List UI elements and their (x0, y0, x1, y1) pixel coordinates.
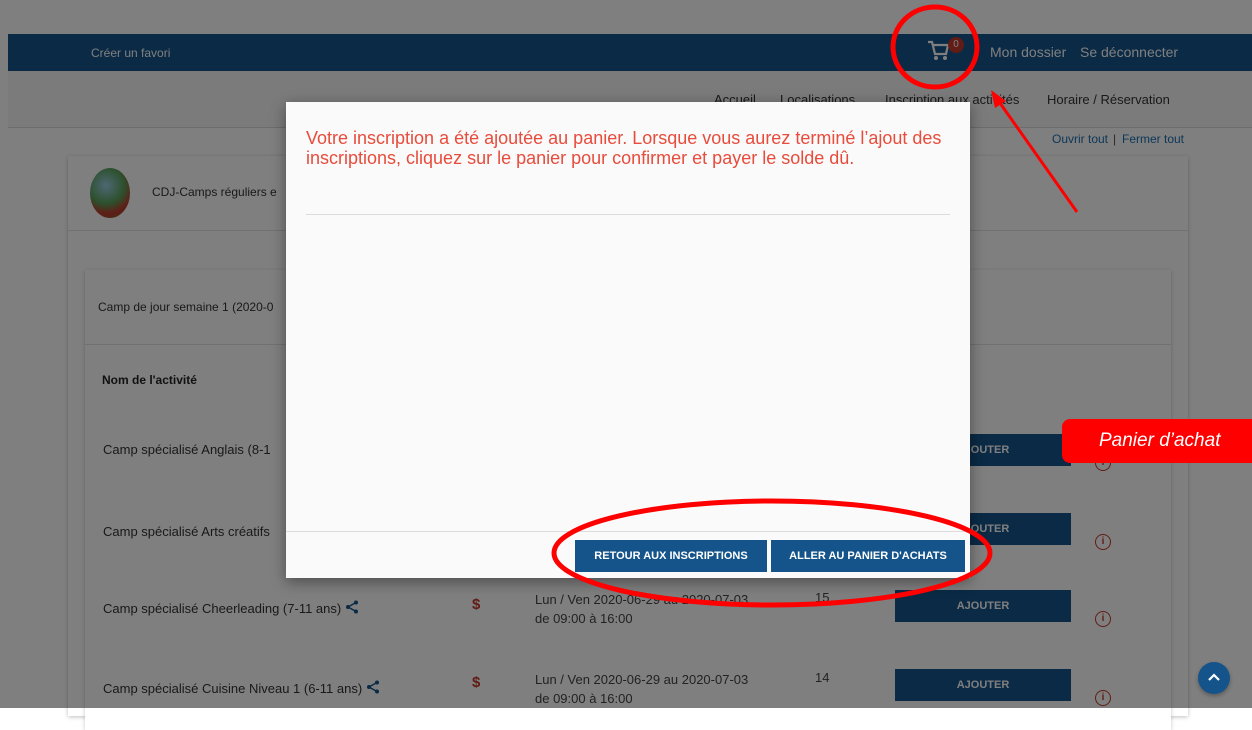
divider (306, 214, 950, 215)
back-to-registrations-button[interactable]: RETOUR AUX INSCRIPTIONS (575, 540, 767, 572)
divider (286, 531, 970, 532)
scroll-top-button[interactable] (1198, 662, 1230, 694)
go-to-cart-button[interactable]: ALLER AU PANIER D'ACHATS (771, 540, 965, 572)
chevron-up-icon (1208, 673, 1220, 681)
callout-text: Panier d’achat (1099, 430, 1221, 451)
annotation-callout: Panier d’achat (1062, 419, 1252, 463)
confirmation-message: Votre inscription a été ajoutée au panie… (306, 128, 942, 168)
cart-confirmation-dialog: Votre inscription a été ajoutée au panie… (286, 102, 970, 578)
